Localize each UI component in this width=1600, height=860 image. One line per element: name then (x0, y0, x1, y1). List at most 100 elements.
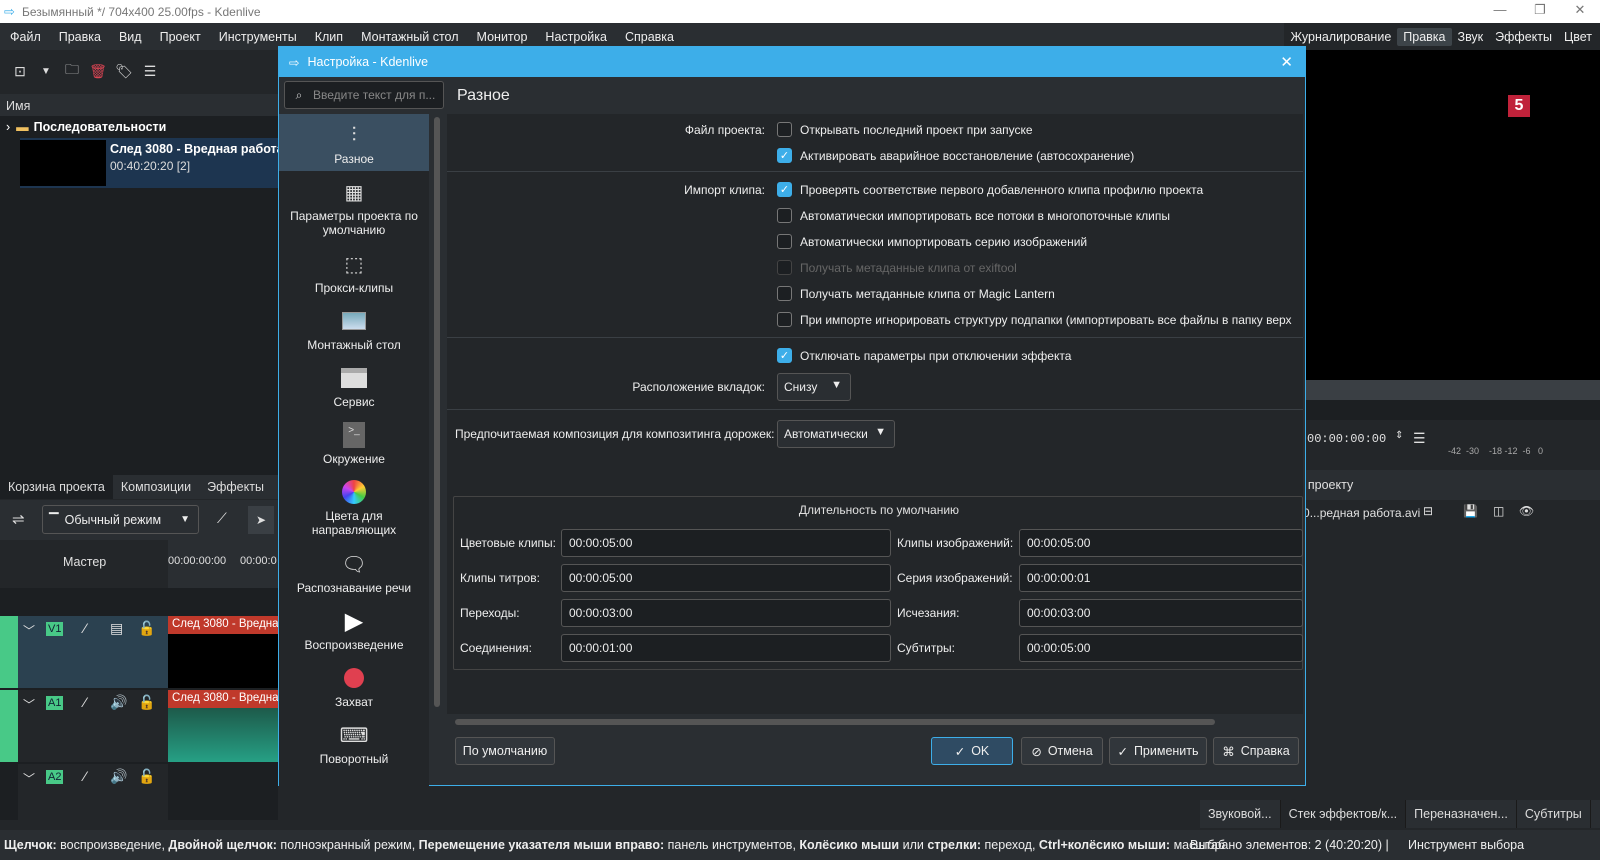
tab-effect-stack[interactable]: Стек эффектов/к... (1280, 800, 1407, 828)
option-import-streams[interactable]: Автоматически импортировать все потоки в… (777, 208, 1170, 223)
fades-field[interactable]: 00:00:03:00 (1019, 599, 1303, 627)
menu-edit[interactable]: Правка (50, 30, 110, 44)
tab-remap[interactable]: Переназначен... (1406, 800, 1517, 828)
chevron-down-icon[interactable]: ▼ (36, 61, 56, 81)
minimize-button[interactable]: — (1480, 2, 1520, 20)
lock-icon[interactable]: 🔓 (138, 768, 155, 785)
apply-button[interactable]: ✓ Применить (1109, 737, 1207, 765)
menu-monitor[interactable]: Монитор (468, 30, 537, 44)
maximize-button[interactable]: ❐ (1520, 2, 1560, 20)
speaker-icon[interactable]: 🔊 (110, 694, 127, 711)
checkbox-autosave[interactable]: ✓ (777, 148, 792, 163)
menu-tools[interactable]: Инструменты (210, 30, 306, 44)
bin-folder-row[interactable]: › ▬ Последовательности (6, 120, 166, 134)
spacer-tool-icon[interactable]: ⟋ (217, 510, 227, 527)
collapse-chevron-icon[interactable]: ﹀ (23, 622, 35, 639)
workspace-audio[interactable]: Звук (1452, 28, 1490, 46)
delete-icon[interactable]: 🗑 (88, 61, 108, 81)
option-open-last[interactable]: Открывать последний проект при запуске (777, 122, 1033, 137)
settings-search[interactable]: ⌕ Введите текст для п... (284, 81, 444, 109)
collapse-chevron-icon[interactable]: ﹀ (23, 770, 35, 787)
option-import-sequence[interactable]: Автоматически импортировать серию изобра… (777, 234, 1087, 249)
collapse-chevron-icon[interactable]: ﹀ (23, 696, 35, 713)
menu-settings[interactable]: Настройка (536, 30, 616, 44)
effects-wand-icon[interactable]: ⁄ (84, 620, 86, 636)
workspace-color[interactable]: Цвет (1558, 28, 1598, 46)
transitions-field[interactable]: 00:00:03:00 (561, 599, 891, 627)
close-window-button[interactable]: ✕ (1560, 2, 1600, 20)
tab-project-bin[interactable]: Корзина проекта (0, 475, 113, 499)
workspace-editing[interactable]: Правка (1397, 27, 1452, 46)
option-disable-params[interactable]: ✓ Отключать параметры при отключении эффе… (777, 348, 1071, 363)
category-speech[interactable]: 🗨 Распознавание речи (279, 543, 429, 600)
eye-icon[interactable]: 👁 (1519, 504, 1534, 518)
defaults-button[interactable]: По умолчанию (455, 737, 555, 765)
checkbox-ignore-subfolders[interactable] (777, 312, 792, 327)
speaker-icon[interactable]: 🔊 (110, 768, 127, 785)
tab-subtitles[interactable]: Субтитры (1517, 800, 1591, 828)
workspace-effects[interactable]: Эффекты (1489, 28, 1558, 46)
bin-column-header[interactable]: Имя (0, 94, 278, 116)
checkbox-import-streams[interactable] (777, 208, 792, 223)
compositing-combo[interactable]: Автоматически ▼ (777, 420, 895, 448)
content-scrollbar[interactable] (455, 719, 1215, 725)
image-sequence-field[interactable]: 00:00:00:01 (1019, 564, 1303, 592)
film-icon[interactable]: ▤ (110, 620, 123, 637)
compare-icon[interactable]: ⊟ (1423, 504, 1433, 518)
dialog-close-icon[interactable]: ✕ (1280, 53, 1293, 71)
category-tools[interactable]: Сервис (279, 357, 429, 414)
selection-tool-icon[interactable]: ➤ (248, 506, 274, 534)
search-input-placeholder[interactable]: Введите текст для п... (313, 88, 435, 102)
lock-icon[interactable]: 🔓 (138, 694, 155, 711)
ok-button[interactable]: ✓ OK (931, 737, 1013, 765)
category-guide-colors[interactable]: Цвета для направляющих (279, 471, 429, 543)
monitor-ruler[interactable] (1283, 400, 1600, 420)
category-environment[interactable]: >_ Окружение (279, 414, 429, 471)
checkbox-open-last[interactable] (777, 122, 792, 137)
menu-clip[interactable]: Клип (306, 30, 352, 44)
color-clips-field[interactable]: 00:00:05:00 (561, 529, 891, 557)
option-check-profile[interactable]: ✓ Проверять соответствие первого добавлен… (777, 182, 1203, 197)
category-jog[interactable]: ⌨ Поворотный (279, 714, 429, 771)
category-project-defaults[interactable]: ▦ Параметры проекта по умолчанию (279, 171, 429, 243)
project-monitor[interactable]: 5 (1283, 50, 1600, 380)
spin-arrows-icon[interactable]: ⇕ (1395, 430, 1403, 441)
split-view-icon[interactable]: ◫ (1493, 504, 1504, 518)
menu-project[interactable]: Проект (151, 30, 210, 44)
checkbox-magic-lantern[interactable] (777, 286, 792, 301)
category-timeline[interactable]: Монтажный стол (279, 300, 429, 357)
hamburger-menu-icon[interactable]: ☰ (1413, 430, 1426, 447)
option-magic-lantern[interactable]: Получать метаданные клипа от Magic Lante… (777, 286, 1055, 301)
tab-audio-mixer[interactable]: Звуковой... (1200, 800, 1281, 828)
title-clips-field[interactable]: 00:00:05:00 (561, 564, 891, 592)
chevron-right-icon[interactable]: › (6, 120, 10, 134)
tab-effects[interactable]: Эффекты (199, 475, 272, 499)
menu-help[interactable]: Справка (616, 30, 683, 44)
category-capture[interactable]: Захват (279, 657, 429, 714)
mixes-field[interactable]: 00:00:01:00 (561, 634, 891, 662)
folder-icon[interactable]: 🗀 (62, 61, 82, 81)
track-v1-header[interactable]: ﹀ V1 ⁄ ▤ 🔓 (18, 616, 168, 688)
effects-wand-icon[interactable]: ⁄ (84, 694, 86, 710)
save-icon[interactable]: 💾 (1463, 504, 1478, 518)
category-playback[interactable]: ▶ Воспроизведение (279, 600, 429, 657)
menu-timeline[interactable]: Монтажный стол (352, 30, 467, 44)
bin-clip-row[interactable]: След 3080 - Вредная работа.a 00:40:20:20… (20, 138, 294, 188)
menu-file[interactable]: Файл (0, 30, 50, 44)
timeline-ruler[interactable]: 00:00:00:00 00:00:0 (168, 540, 278, 588)
monitor-timecode[interactable]: 00:00:00:00 (1307, 432, 1386, 446)
help-button[interactable]: ⌘ Справка (1213, 737, 1299, 765)
category-proxy[interactable]: ⬚ Прокси-клипы (279, 243, 429, 300)
tag-icon[interactable]: 🏷 (114, 61, 134, 81)
checkbox-check-profile[interactable]: ✓ (777, 182, 792, 197)
category-scrollbar[interactable] (434, 117, 440, 707)
subtitles-field[interactable]: 00:00:05:00 (1019, 634, 1303, 662)
lock-icon[interactable]: 🔓 (138, 620, 155, 637)
timeline-settings-icon[interactable]: ⇌ (12, 510, 25, 528)
menu-view[interactable]: Вид (110, 30, 151, 44)
effects-wand-icon[interactable]: ⁄ (84, 768, 86, 784)
option-autosave[interactable]: ✓ Активировать аварийное восстановление (… (777, 148, 1134, 163)
category-misc[interactable]: ⫶ Разное (279, 114, 429, 171)
image-clips-field[interactable]: 00:00:05:00 (1019, 529, 1303, 557)
option-ignore-subfolders[interactable]: При импорте игнорировать структуру подпа… (777, 312, 1292, 327)
